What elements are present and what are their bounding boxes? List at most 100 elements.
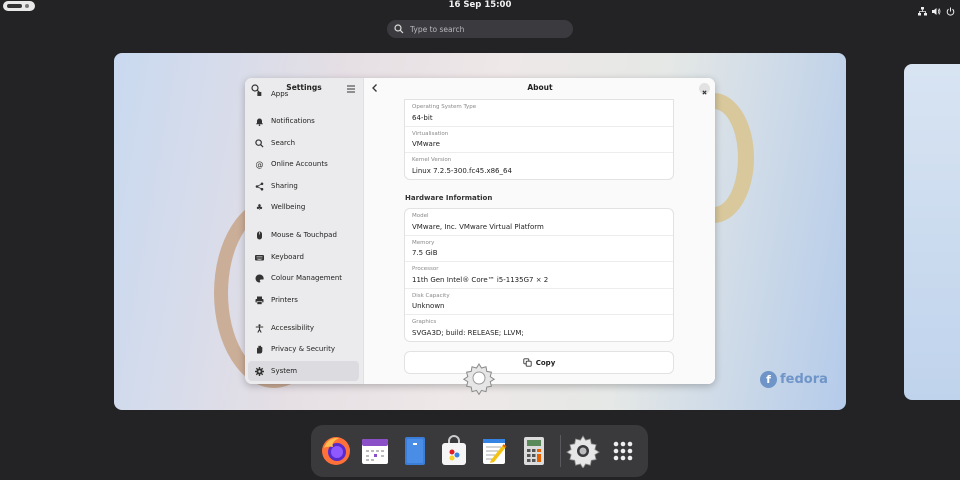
row-label: Virtualisation [412, 130, 449, 137]
keyboard-icon [255, 253, 264, 262]
palette-icon [255, 273, 264, 283]
sidebar-item-keyboard[interactable]: Keyboard [248, 247, 359, 267]
network-icon[interactable] [918, 1, 927, 16]
row-label: Disk Capacity [412, 292, 450, 299]
search-icon [394, 24, 404, 34]
printer-icon [255, 296, 264, 305]
sidebar-item-label: Printers [271, 296, 298, 304]
calculator-icon[interactable] [517, 434, 551, 468]
search-icon [255, 138, 264, 148]
software-icon[interactable] [437, 434, 471, 468]
workspace-thumbnail-next[interactable] [904, 64, 960, 400]
gear-icon [255, 366, 264, 376]
power-icon[interactable] [946, 1, 955, 16]
wellbeing-icon: ♣ [255, 202, 264, 212]
row-value: Linux 7.2.5-300.fc45.x86_64 [412, 166, 512, 175]
share-icon [255, 182, 264, 191]
overview-search[interactable] [387, 20, 573, 38]
sidebar-item-apps[interactable]: ▪ Apps [248, 90, 359, 98]
sidebar-item-system[interactable]: System [248, 361, 359, 381]
app-grid-icon[interactable] [606, 434, 640, 468]
sidebar-item-label: System [271, 367, 298, 375]
sidebar-item-label: Sharing [271, 182, 298, 190]
info-row-virtualisation[interactable]: Virtualisation VMware [405, 127, 673, 153]
sidebar-item-label: Keyboard [271, 253, 304, 261]
top-bar: 16 Sep 15:00 [0, 0, 960, 16]
row-value: 7.5 GiB [412, 249, 438, 257]
info-row-memory[interactable]: Memory 7.5 GiB [405, 236, 673, 262]
about-page: About Operating System Type 64-bit Virtu… [363, 78, 715, 384]
hardware-info-card: Model VMware, Inc. VMware Virtual Platfo… [405, 209, 673, 341]
close-icon [702, 90, 707, 95]
sidebar-item-online-accounts[interactable]: @ Online Accounts [248, 154, 359, 174]
sidebar-item-label: Notifications [271, 117, 315, 125]
sidebar-item-label: Accessibility [271, 324, 315, 332]
volume-icon[interactable] [932, 1, 941, 15]
fedora-icon: f [760, 371, 777, 388]
row-value: 64-bit [412, 113, 433, 122]
row-label: Operating System Type [412, 104, 477, 110]
close-button[interactable] [699, 83, 710, 95]
search-input[interactable] [410, 22, 560, 36]
row-label: Kernel Version [412, 157, 452, 163]
clock[interactable]: 16 Sep 15:00 [0, 0, 960, 11]
settings-window[interactable]: Settings ▪ Apps Notifications Search @ Onl… [245, 78, 715, 384]
sidebar-item-search[interactable]: Search [248, 133, 359, 153]
info-row-graphics[interactable]: Graphics SVGA3D; build: RELEASE; LLVM; [405, 315, 673, 342]
bell-icon [255, 117, 264, 126]
info-row-disk-capacity[interactable]: Disk Capacity Unknown [405, 289, 673, 315]
settings-icon[interactable] [566, 434, 600, 469]
row-value: SVGA3D; build: RELEASE; LLVM; [412, 328, 524, 337]
sidebar-item-label: Search [271, 139, 296, 147]
info-row-kernel[interactable]: Kernel Version Linux 7.2.5-300.fc45.x86_… [405, 153, 673, 180]
fedora-logo: f fedora [760, 371, 828, 388]
sidebar-item-privacy-security[interactable]: Privacy & Security [248, 339, 359, 359]
row-value: VMware [412, 140, 440, 148]
sidebar-item-notifications[interactable]: Notifications [248, 111, 359, 131]
sidebar-item-label: Online Accounts [271, 160, 328, 168]
row-label: Memory [412, 239, 435, 246]
os-info-card: Operating System Type 64-bit Virtualisat… [405, 100, 673, 179]
sidebar-item-mouse-touchpad[interactable]: Mouse & Touchpad [248, 225, 359, 245]
accessibility-icon [255, 323, 264, 333]
row-value: Unknown [412, 302, 445, 310]
dash-dock [311, 425, 648, 477]
mouse-icon [255, 231, 264, 240]
row-value: 11th Gen Intel® Core™ i5-1135G7 × 2 [412, 275, 549, 284]
row-label: Processor [412, 266, 439, 272]
hand-icon [255, 345, 264, 354]
header-bar: About [364, 78, 715, 100]
info-row-model[interactable]: Model VMware, Inc. VMware Virtual Platfo… [405, 209, 673, 236]
sidebar-item-accessibility[interactable]: Accessibility [248, 318, 359, 338]
text-editor-icon[interactable] [477, 434, 511, 468]
copy-icon [523, 358, 532, 367]
info-row-processor[interactable]: Processor 11th Gen Intel® Core™ i5-1135G… [405, 262, 673, 289]
system-tray[interactable] [918, 1, 955, 16]
files-icon[interactable] [398, 434, 432, 468]
fedora-wordmark: fedora [780, 372, 828, 387]
info-row-os-type[interactable]: Operating System Type 64-bit [405, 100, 673, 127]
copy-label: Copy [535, 358, 556, 367]
apps-icon: ▪ [256, 90, 263, 98]
sidebar-item-label: Wellbeing [271, 203, 306, 211]
copy-button[interactable]: Copy [405, 352, 673, 373]
sidebar-item-printers[interactable]: Printers [248, 290, 359, 310]
firefox-icon[interactable] [319, 434, 353, 468]
sidebar-item-colour-management[interactable]: Colour Management [248, 268, 359, 288]
sidebar-item-label: Privacy & Security [271, 345, 335, 353]
sidebar-item-label: Colour Management [271, 274, 343, 282]
sidebar-item-label: Apps [271, 90, 289, 98]
row-label: Model [412, 213, 429, 219]
sidebar-item-sharing[interactable]: Sharing [248, 176, 359, 196]
sidebar-item-label: Mouse & Touchpad [271, 231, 337, 239]
sidebar-item-wellbeing[interactable]: ♣ Wellbeing [248, 197, 359, 217]
hardware-section-title: Hardware Information [405, 194, 493, 202]
page-title: About [527, 83, 553, 92]
at-icon: @ [255, 159, 264, 169]
settings-sidebar: Settings ▪ Apps Notifications Search @ Onl… [245, 78, 363, 384]
row-label: Graphics [412, 319, 437, 325]
row-value: VMware, Inc. VMware Virtual Platform [412, 222, 544, 231]
settings-app-icon [462, 363, 496, 395]
dock-separator [560, 435, 561, 467]
calendar-icon[interactable] [358, 434, 392, 468]
